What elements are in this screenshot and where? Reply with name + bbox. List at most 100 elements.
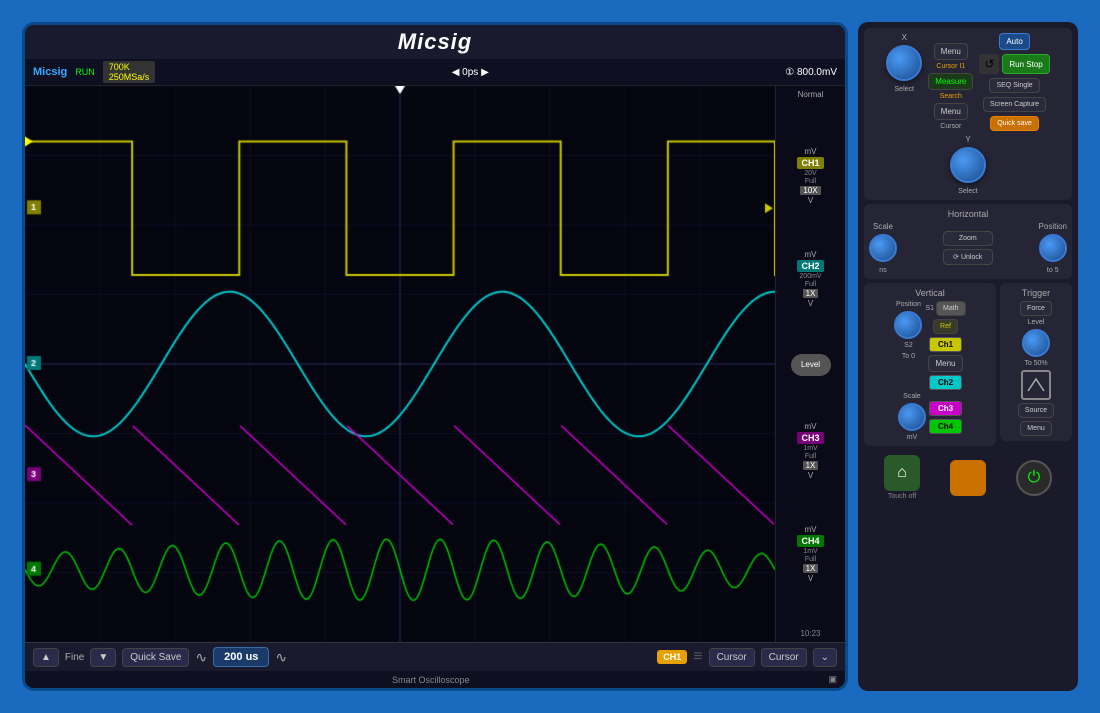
cursor1-btn[interactable]: Cursor — [709, 648, 755, 667]
v-scale-label: Scale — [903, 393, 921, 400]
horizontal-title: Horizontal — [869, 209, 1067, 219]
sample-rate: 250MSa/s — [109, 72, 150, 82]
y-select-label: Select — [958, 188, 977, 195]
to0-label: To 0 — [902, 353, 915, 360]
run-stop-btn[interactable]: Run Stop — [1002, 54, 1049, 74]
timebase-display: 700K 250MSa/s — [103, 61, 156, 83]
source-btn[interactable]: Source — [1018, 403, 1054, 418]
ch1-ch-btn[interactable]: Ch1 — [929, 337, 962, 352]
orange-btn[interactable] — [950, 460, 986, 496]
to5-label: to 5 — [1047, 267, 1059, 274]
timebase-control[interactable]: 200 us — [213, 647, 269, 667]
seq-single-btn[interactable]: SEQ Single — [989, 78, 1039, 93]
channel-labels: Normal mV CH1 20V Full 10X V mV CH2 2 — [775, 86, 845, 642]
v-position-knob[interactable] — [894, 311, 922, 339]
screen-bottom: Smart Oscilloscope ▣ — [25, 671, 845, 688]
timebase-top: 700K — [109, 62, 150, 72]
quick-save-screen-btn[interactable]: Quick Save — [122, 648, 189, 667]
horizontal-section: Horizontal Scale ns Zoom ⟳ Unlock Positi… — [864, 204, 1072, 279]
power-icon: ⏻ — [1028, 469, 1041, 487]
measure-btn[interactable]: Measure — [928, 73, 973, 90]
to50-label: To 50% — [1024, 360, 1047, 367]
scope-time: 10:23 — [778, 629, 843, 638]
ch2-label: mV CH2 200mV Full 1X V — [778, 250, 843, 308]
undo-run-row: ↺ Run Stop — [979, 54, 1049, 74]
xy-section: X Select Menu Cursor I1 Measure Search M… — [864, 28, 1072, 200]
trigger-menu-btn[interactable]: Menu — [1020, 421, 1052, 436]
ch1-label: mV CH1 20V Full 10X V — [778, 147, 843, 205]
normal-label: Normal — [778, 90, 843, 99]
level-indicator: Level — [778, 354, 843, 376]
menu-btn2[interactable]: Menu — [934, 103, 968, 120]
cursor-i1-label: Cursor I1 — [936, 63, 965, 70]
y-knob[interactable] — [950, 147, 986, 183]
fine-down-btn[interactable]: ▼ — [90, 648, 116, 667]
scope-header: Micsig RUN 700K 250MSa/s ◀ 0ps ▶ ① 800.0… — [25, 59, 845, 86]
canvas-wrapper: Normal mV CH1 20V Full 10X V mV CH2 2 — [25, 86, 845, 642]
quick-save-btn[interactable]: Quick save — [990, 116, 1039, 131]
ch3-label: mV CH3 1mV Full 1X V — [778, 422, 843, 480]
cursor2-btn[interactable]: Cursor — [761, 648, 807, 667]
h-middle: Zoom ⟳ Unlock — [901, 231, 1035, 265]
home-group: ⌂ Touch off — [884, 455, 920, 500]
force-btn[interactable]: Force — [1020, 301, 1052, 316]
home-icon: ⌂ — [897, 464, 907, 482]
control-panel: X Select Menu Cursor I1 Measure Search M… — [858, 22, 1078, 691]
menu-btn[interactable]: Menu — [934, 43, 968, 60]
x-knob[interactable] — [886, 45, 922, 81]
fine-up-btn[interactable]: ▲ — [33, 648, 59, 667]
zoom-btn[interactable]: Zoom — [943, 231, 993, 246]
time-offset-display: ◀ 0ps ▶ — [163, 67, 777, 78]
v-position-label: Position — [896, 301, 921, 308]
trigger-level-knob[interactable] — [1022, 329, 1050, 357]
y-knob-group: Y Select — [950, 135, 986, 195]
menu-lines-icon: ≡ — [693, 648, 702, 666]
trigger-level-display: ① 800.0mV — [785, 67, 837, 78]
ch4-label: mV CH4 1mV Full 1X V — [778, 525, 843, 583]
h-scale-knob[interactable] — [869, 234, 897, 262]
vert-trig-row: Vertical Position S2 To 0 S1 Math Ref — [864, 283, 1072, 446]
trigger-section: Trigger Force Level To 50% Source Menu — [1000, 283, 1072, 441]
s2-label: S2 — [904, 342, 913, 349]
scale-label: Scale — [873, 222, 893, 231]
screen-title: Micsig — [25, 25, 845, 59]
title-text: Micsig — [398, 29, 472, 54]
search-label: Search — [940, 93, 962, 100]
power-btn[interactable]: ⏻ — [1016, 460, 1052, 496]
timebase-value: 200 — [224, 651, 242, 663]
undo-btn[interactable]: ↺ — [979, 54, 999, 74]
ch-indicator[interactable]: CH1 — [657, 650, 687, 664]
unlock-btn[interactable]: ⟳ Unlock — [943, 249, 993, 265]
v-menu-btn[interactable]: Menu — [928, 355, 962, 372]
h-position-knob[interactable] — [1039, 234, 1067, 262]
x-label: X — [902, 33, 907, 42]
scope-canvas — [25, 86, 775, 642]
trigger-shape-svg — [1026, 377, 1046, 393]
level-btn[interactable]: Level — [791, 354, 831, 376]
right-btns: Auto ↺ Run Stop SEQ Single Screen Captur… — [979, 33, 1049, 131]
wave-icon: ∿ — [195, 649, 207, 666]
waveform-area[interactable] — [25, 86, 775, 642]
v-scale-knob[interactable] — [898, 403, 926, 431]
trigger-title: Trigger — [1005, 288, 1067, 298]
auto-btn[interactable]: Auto — [999, 33, 1029, 50]
ns-label: ns — [879, 267, 886, 274]
math-btn[interactable]: Math — [936, 301, 966, 316]
h-scale-group: Scale ns — [869, 222, 897, 274]
touch-off-label: Touch off — [888, 493, 916, 500]
ch4-ch-btn[interactable]: Ch4 — [929, 419, 962, 434]
ref-btn[interactable]: Ref — [933, 319, 958, 334]
oscilloscope-frame: Micsig Micsig RUN 700K 250MSa/s ◀ 0ps ▶ … — [10, 10, 1090, 703]
cursor-label2: Cursor — [940, 123, 961, 130]
wave-icon2: ∿ — [275, 649, 287, 666]
trigger-inner: Force Level To 50% Source Menu — [1005, 301, 1067, 436]
screen-capture-btn[interactable]: Screen Capture — [983, 97, 1046, 112]
nav-bottom: ⌂ Touch off ⏻ — [864, 450, 1072, 505]
menu-cluster: Menu Cursor I1 Measure Search Menu Curso… — [928, 43, 973, 130]
ch3-ch-btn[interactable]: Ch3 — [929, 401, 962, 416]
home-btn[interactable]: ⌂ — [884, 455, 920, 491]
expand-btn[interactable]: ⌄ — [813, 648, 837, 667]
ch2-ch-btn[interactable]: Ch2 — [929, 375, 962, 390]
v-s1-math: S1 Math — [925, 301, 965, 316]
screen-toolbar: ▲ Fine ▼ Quick Save ∿ 200 us ∿ CH1 ≡ Cur… — [25, 642, 845, 671]
